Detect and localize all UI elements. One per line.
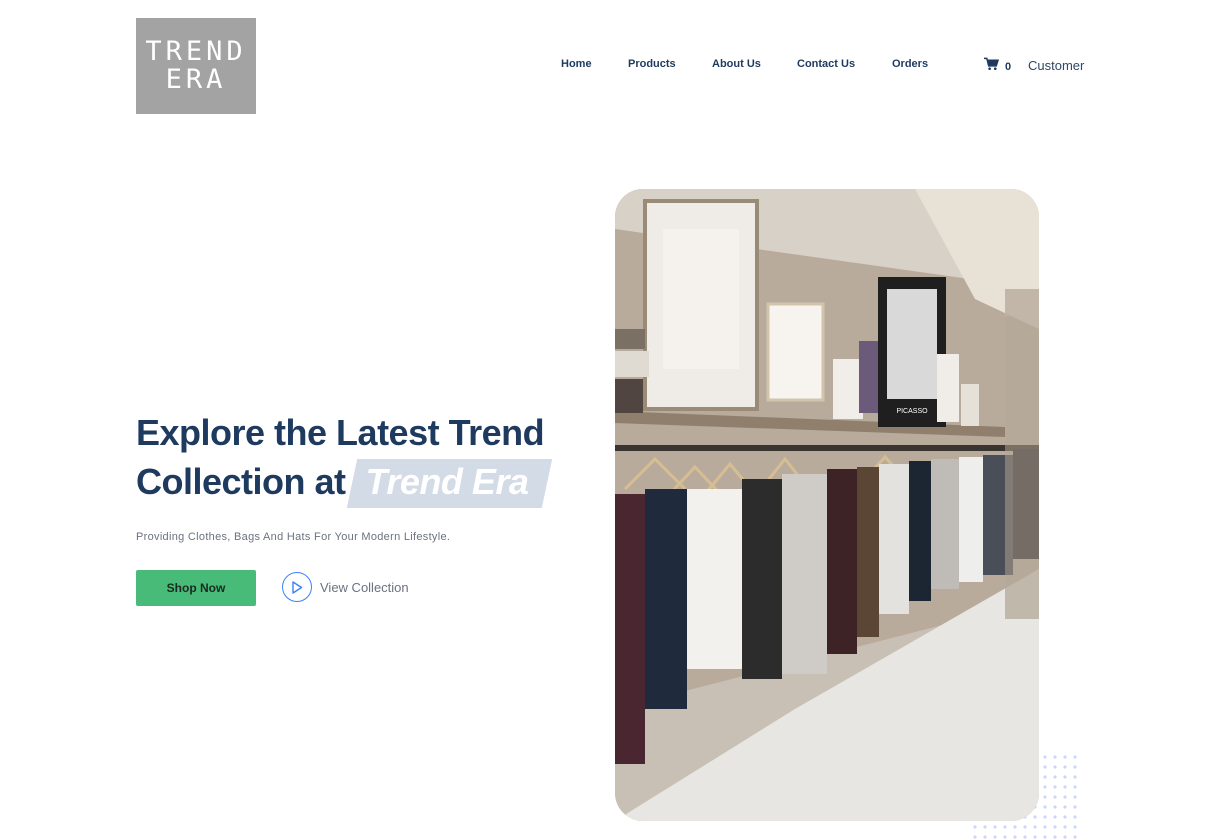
- customer-account-link[interactable]: Customer: [1028, 58, 1084, 73]
- cart-button[interactable]: 0: [984, 57, 1011, 76]
- hero-store-image: PICASSO: [615, 189, 1039, 821]
- shop-now-button[interactable]: Shop Now: [136, 570, 256, 606]
- hero-subtitle: Providing Clothes, Bags And Hats For You…: [136, 531, 451, 543]
- play-icon: [282, 572, 312, 602]
- nav-contact-us[interactable]: Contact Us: [797, 58, 855, 70]
- picasso-frame-label: PICASSO: [896, 408, 928, 415]
- nav-orders[interactable]: Orders: [892, 58, 928, 70]
- brand-logo[interactable]: TREND ERA: [136, 18, 256, 114]
- nav-about-us[interactable]: About Us: [712, 58, 761, 70]
- cart-count: 0: [1005, 60, 1012, 73]
- view-collection-label: View Collection: [320, 579, 409, 595]
- shopping-cart-icon: [984, 57, 1000, 76]
- view-collection-button[interactable]: View Collection: [282, 572, 409, 602]
- nav-home[interactable]: Home: [561, 58, 592, 70]
- hero-title-brand: Trend Era: [352, 457, 547, 506]
- logo-line-2: ERA: [165, 64, 227, 95]
- hero-title: Explore the Latest Trend Collection at Tr…: [136, 408, 596, 506]
- nav-products[interactable]: Products: [628, 58, 676, 70]
- logo-line-1: TREND: [145, 35, 247, 67]
